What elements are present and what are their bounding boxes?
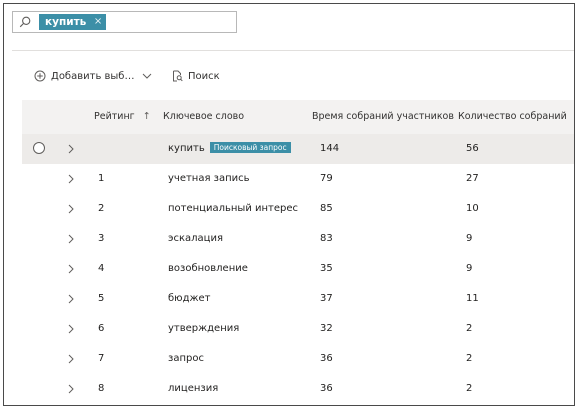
count-cell: 9: [466, 233, 473, 244]
search-box[interactable]: купить ×: [12, 11, 237, 33]
rank-cell: 4: [98, 263, 105, 274]
keyword-text: потенциальный интерес: [168, 203, 299, 214]
rank-cell: 6: [98, 323, 105, 334]
search-button[interactable]: Поиск: [171, 68, 220, 84]
time-cell: 35: [320, 263, 333, 274]
table-row[interactable]: 3 эскалация 83 9: [22, 224, 574, 254]
count-cell: 2: [466, 353, 473, 364]
table-row[interactable]: 2 потенциальный интерес 85 10: [22, 194, 574, 224]
time-cell: 32: [320, 323, 333, 334]
table-row[interactable]: 6 утверждения 32 2: [22, 314, 574, 344]
keyword-text: бюджет: [168, 293, 211, 304]
chevron-right-icon[interactable]: [67, 204, 75, 214]
column-header-time[interactable]: Время собраний участников: [312, 100, 454, 134]
chevron-right-icon[interactable]: [67, 294, 75, 304]
keyword-text: учетная запись: [168, 173, 250, 184]
count-cell: 27: [466, 173, 479, 184]
count-cell: 10: [466, 203, 479, 214]
search-icon: [19, 16, 31, 28]
chevron-right-icon[interactable]: [67, 324, 75, 334]
column-header-rank[interactable]: Рейтинг ↑: [94, 100, 151, 134]
table-row[interactable]: 4 возобновление 35 9: [22, 254, 574, 284]
query-badge: Поисковый запрос: [209, 142, 291, 153]
keyword-text: запрос: [168, 353, 204, 364]
document-search-icon: [173, 70, 183, 82]
chevron-right-icon[interactable]: [67, 354, 75, 364]
keyword-cell: запрос: [168, 344, 204, 374]
search-button-label: Поиск: [188, 70, 220, 82]
count-cell: 9: [466, 263, 473, 274]
keyword-text: купить: [168, 143, 205, 154]
time-cell: 36: [320, 353, 333, 364]
table-row[interactable]: купить Поисковый запрос 144 56: [22, 134, 574, 164]
keyword-cell: купить Поисковый запрос: [168, 134, 291, 164]
rank-cell: 2: [98, 203, 105, 214]
time-cell: 79: [320, 173, 333, 184]
count-cell: 2: [466, 323, 473, 334]
keyword-cell: потенциальный интерес: [168, 194, 298, 224]
add-circle-icon: [34, 70, 46, 82]
divider: [12, 50, 574, 51]
table-row[interactable]: 8 лицензия 36 2: [22, 374, 574, 404]
rank-cell: 7: [98, 353, 105, 364]
count-cell: 56: [466, 143, 479, 154]
add-selection-button[interactable]: Добавить выб…: [34, 68, 152, 84]
keyword-cell: бюджет: [168, 284, 211, 314]
rank-cell: 1: [98, 173, 105, 184]
sort-ascending-icon: ↑: [142, 111, 151, 122]
chevron-down-icon: [143, 73, 152, 79]
table-header: Рейтинг ↑ Ключевое слово Время собраний …: [22, 100, 574, 134]
keyword-cell: лицензия: [168, 374, 218, 404]
keyword-text: эскалация: [168, 233, 223, 244]
add-selection-label: Добавить выб…: [51, 70, 135, 82]
rank-cell: 3: [98, 233, 105, 244]
chevron-right-icon[interactable]: [67, 144, 75, 154]
keyword-text: лицензия: [168, 383, 219, 394]
search-chip[interactable]: купить ×: [39, 14, 107, 30]
count-cell: 2: [466, 383, 473, 394]
rank-header-label: Рейтинг: [94, 111, 135, 122]
keyword-cell: утверждения: [168, 314, 239, 344]
keyword-text: утверждения: [168, 323, 240, 334]
keyword-text: возобновление: [168, 263, 248, 274]
chevron-right-icon[interactable]: [67, 264, 75, 274]
keyword-cell: возобновление: [168, 254, 248, 284]
chip-close-icon[interactable]: ×: [94, 14, 102, 30]
count-cell: 11: [466, 293, 479, 304]
table-row[interactable]: 5 бюджет 37 11: [22, 284, 574, 314]
column-header-count[interactable]: Количество собраний: [458, 100, 567, 134]
keyword-table: Рейтинг ↑ Ключевое слово Время собраний …: [22, 100, 574, 404]
window: купить × Добавить выб… Поиск Рейтинг ↑ К…: [3, 3, 575, 406]
table-row[interactable]: 1 учетная запись 79 27: [22, 164, 574, 194]
row-select-radio[interactable]: [33, 142, 45, 154]
time-cell: 85: [320, 203, 333, 214]
time-cell: 36: [320, 383, 333, 394]
table-body: купить Поисковый запрос 144 56 1 учетная запи…: [22, 134, 574, 404]
chevron-right-icon[interactable]: [67, 174, 75, 184]
rank-cell: 5: [98, 293, 105, 304]
table-row[interactable]: 7 запрос 36 2: [22, 344, 574, 374]
chevron-right-icon[interactable]: [67, 234, 75, 244]
time-cell: 83: [320, 233, 333, 244]
rank-cell: 8: [98, 383, 105, 394]
time-cell: 144: [320, 143, 340, 154]
column-header-keyword[interactable]: Ключевое слово: [163, 100, 244, 134]
search-chip-label: купить: [45, 16, 87, 28]
time-cell: 37: [320, 293, 333, 304]
chevron-right-icon[interactable]: [67, 384, 75, 394]
keyword-cell: учетная запись: [168, 164, 250, 194]
keyword-cell: эскалация: [168, 224, 223, 254]
